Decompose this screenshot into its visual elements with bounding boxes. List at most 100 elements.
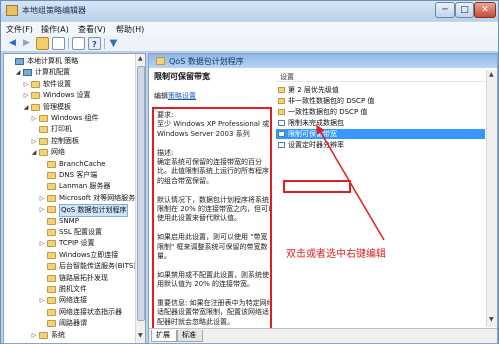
selection-highlight-box (283, 180, 351, 193)
collapse-icon[interactable]: ◢ (22, 102, 30, 113)
tree-item-label: TCPIP 设置 (59, 239, 95, 248)
expand-icon[interactable]: ▷ (30, 330, 38, 341)
policy-icon (278, 120, 285, 126)
tree-item-label: 脱机文件 (59, 285, 87, 293)
description-line: 确定系统可保留的连接带宽的百分 (157, 158, 262, 166)
description-line: 如果启用此设置，则可以使用 "带宽 (157, 233, 268, 242)
expand-icon[interactable]: ▷ (22, 79, 30, 90)
settings-list-item[interactable]: 限制可保留带宽 (276, 129, 485, 139)
settings-list: 设置 第 2 层优先级值非一致性数据包的 DSCP 值一致性数据包的 DSCP … (276, 70, 485, 327)
tab-extended[interactable]: 扩展 (151, 330, 177, 342)
description-line: 如果禁用或不配置此设置，则系统使 (157, 270, 269, 279)
scroll-down-icon[interactable]: ▼ (489, 316, 494, 323)
back-arrow-icon[interactable]: ◀ (6, 37, 19, 50)
menu-action[interactable]: 操作(A) (41, 24, 69, 35)
tree-scrollbar[interactable]: ▲ ▼ (135, 54, 145, 343)
folder-icon (39, 149, 48, 157)
column-header-settings[interactable]: 设置 (276, 70, 485, 82)
tree-item-label: 软件设置 (43, 79, 71, 88)
filter-icon[interactable]: ▼ (107, 37, 120, 50)
folder-icon (47, 286, 56, 293)
menu-bar: 文件(F) 操作(A) 查看(V) 帮助(H) (1, 21, 498, 35)
expand-icon[interactable]: ▷ (30, 113, 38, 124)
settings-list-item[interactable]: 一致性数据包的 DSCP 值 (276, 107, 485, 117)
app-window: 本地组策略编辑器 ─ □ ✕ 文件(F) 操作(A) 查看(V) 帮助(H) ◀… (0, 0, 499, 344)
folder-icon (39, 331, 48, 339)
tree-item-label: 网络 (51, 148, 65, 157)
settings-list-item[interactable]: 第 2 层优先级值 (276, 85, 485, 95)
detail-pane: QoS 数据包计划程序 限制可保留带宽 编辑策略设置 要求: 至少 Windows… (148, 53, 498, 344)
annotation-text: 双击或者选中右键编辑 (286, 249, 386, 260)
edit-policy-line: 编辑策略设置 (154, 91, 196, 101)
expand-icon[interactable]: ▷ (38, 238, 46, 249)
folder-icon (47, 183, 56, 191)
folder-icon (31, 80, 40, 88)
settings-list-item[interactable]: 设置定时器分辨率 (276, 140, 485, 150)
scroll-up-icon[interactable]: ▲ (489, 71, 494, 78)
description-line: 量。 (157, 252, 171, 260)
folder-icon (47, 263, 56, 271)
collapse-icon[interactable]: ◢ (30, 147, 38, 158)
export-icon[interactable] (72, 37, 85, 50)
scroll-up-icon[interactable]: ▲ (138, 55, 143, 62)
tree-item-label: 阈路器谓 (59, 319, 87, 328)
edit-policy-link[interactable]: 策略设置 (168, 92, 196, 100)
folder-icon (47, 308, 56, 316)
expand-icon[interactable]: ▷ (38, 193, 46, 204)
folder-icon (278, 109, 285, 115)
detail-scrollbar[interactable]: ▲ ▼ (486, 70, 497, 327)
detail-header: QoS 数据包计划程序 (149, 54, 497, 68)
scroll-thumb[interactable] (137, 66, 145, 321)
toolbar: ◀ ▶ ? ▼ (1, 35, 498, 52)
description-line: 描述: (157, 148, 174, 157)
description-line: 限制" 框来调整系统可保留的带宽数 (157, 242, 268, 251)
description-line: 适配器设置带宽限制，配置该网络适 (157, 308, 269, 317)
tree-item-label: 网络连接 (59, 296, 87, 305)
description-line: 重要信息: 如果在注册表中为特定网络 (157, 299, 272, 307)
folder-icon (39, 115, 48, 122)
close-button[interactable]: ✕ (474, 2, 496, 18)
maximize-button[interactable]: □ (455, 2, 474, 18)
tree-item-label: Windows 组件 (51, 114, 99, 122)
help-icon[interactable]: ? (88, 37, 101, 50)
list-view-icon[interactable] (52, 37, 65, 50)
expand-icon[interactable]: ▷ (38, 295, 46, 306)
expand-icon[interactable]: ▷ (38, 204, 46, 215)
tab-standard[interactable]: 标准 (177, 330, 203, 342)
settings-list-item[interactable]: 限制未完成数据包 (276, 118, 485, 128)
settings-list-item[interactable]: 非一致性数据包的 DSCP 值 (276, 96, 485, 106)
folder-icon[interactable] (36, 37, 49, 50)
folder-icon (47, 251, 56, 259)
forward-arrow-icon[interactable]: ▶ (20, 37, 33, 50)
expand-icon[interactable]: ▷ (30, 136, 38, 147)
folder-icon (31, 92, 40, 100)
menu-file[interactable]: 文件(F) (6, 24, 33, 35)
menu-help[interactable]: 帮助(H) (116, 24, 144, 35)
tree-item-label: Microsoft 对等网络服务 (59, 193, 136, 202)
expand-icon[interactable]: ▷ (22, 90, 30, 101)
title-bar[interactable]: 本地组策略编辑器 ─ □ ✕ (1, 1, 498, 21)
policy-description: 要求: 至少 Windows XP Professional 或 Windows S… (152, 107, 272, 331)
settings-item-label: 第 2 层优先级值 (288, 86, 339, 94)
folder-icon (39, 126, 48, 134)
computer-icon (15, 58, 24, 65)
collapse-icon[interactable]: ◢ (14, 67, 22, 78)
column-header-label: 设置 (280, 73, 294, 81)
tree-pane: 本地计算机 策略 ◢ 计算机配置 ▷ 软件设置 ▷ Windows 设置 ◢ 管理模板 ▷ Wind… (3, 53, 146, 344)
description-line: 配器时就会忽略此设置。 (157, 317, 234, 326)
minimize-button[interactable]: ─ (435, 2, 455, 18)
view-tabs: 扩展 标准 (149, 328, 497, 343)
app-icon (6, 5, 18, 16)
folder-icon (47, 297, 56, 305)
description-line: 限制在 20% 的连接带宽之内，但可以 (157, 205, 272, 213)
scroll-down-icon[interactable]: ▼ (138, 332, 143, 339)
settings-item-label: 非一致性数据包的 DSCP 值 (288, 97, 375, 105)
description-line: 要求: (157, 111, 174, 119)
menu-view[interactable]: 查看(V) (78, 24, 106, 35)
